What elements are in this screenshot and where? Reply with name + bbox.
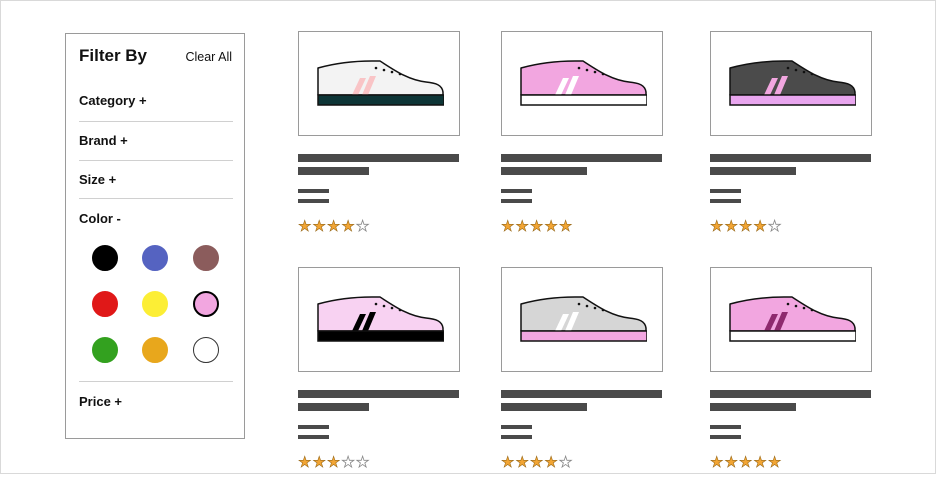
- star-filled-icon: ★: [738, 218, 754, 235]
- product-title-placeholder: [298, 403, 369, 411]
- star-filled-icon: ★: [298, 454, 313, 471]
- product-title-placeholder: [501, 154, 662, 162]
- product-price-placeholder: [501, 425, 532, 429]
- filter-category-toggle[interactable]: Category +: [79, 93, 147, 108]
- filter-title: Filter By: [79, 46, 148, 65]
- star-filled-icon: ★: [515, 454, 530, 471]
- star-rating: ★★★★★: [710, 454, 783, 471]
- divider: [79, 381, 233, 382]
- color-swatch-black[interactable]: [92, 245, 118, 271]
- star-filled-icon: ★: [544, 218, 559, 235]
- star-filled-icon: ★: [753, 454, 768, 471]
- product-title-placeholder: [298, 390, 459, 398]
- product-title-placeholder: [710, 167, 796, 175]
- star-empty-icon: ★: [355, 218, 371, 235]
- product-price-placeholder: [298, 425, 329, 429]
- product-card[interactable]: ★★★★★: [710, 267, 872, 497]
- product-title-placeholder: [298, 167, 369, 175]
- star-filled-icon: ★: [544, 454, 559, 471]
- star-filled-icon: ★: [326, 218, 342, 235]
- product-title-placeholder: [298, 154, 459, 162]
- star-filled-icon: ★: [501, 218, 516, 235]
- star-rating: ★★★★★: [298, 218, 371, 235]
- color-swatch-brown[interactable]: [193, 245, 219, 271]
- star-filled-icon: ★: [501, 454, 516, 471]
- star-rating: ★★★★★: [710, 218, 783, 235]
- color-swatch-yellow[interactable]: [142, 291, 168, 317]
- star-filled-icon: ★: [326, 454, 342, 471]
- color-swatch-pink[interactable]: [193, 291, 219, 317]
- color-swatch-white[interactable]: [193, 337, 219, 363]
- star-empty-icon: ★: [767, 218, 783, 235]
- product-image[interactable]: [710, 267, 872, 372]
- product-title-placeholder: [710, 154, 871, 162]
- star-rating: ★★★★★: [298, 454, 371, 471]
- color-swatch-red[interactable]: [92, 291, 118, 317]
- product-title-placeholder: [501, 390, 662, 398]
- product-price-placeholder: [298, 189, 329, 193]
- star-rating: ★★★★★: [501, 218, 574, 235]
- star-rating: ★★★★★: [501, 454, 574, 471]
- star-filled-icon: ★: [298, 218, 313, 235]
- color-swatch-orange[interactable]: [142, 337, 168, 363]
- star-empty-icon: ★: [558, 454, 574, 471]
- filter-panel: Filter By Clear All Category + Brand + S…: [65, 33, 245, 439]
- filter-color-toggle[interactable]: Color -: [79, 211, 121, 226]
- product-title-placeholder: [710, 390, 871, 398]
- product-image[interactable]: [298, 267, 460, 372]
- star-filled-icon: ★: [710, 218, 725, 235]
- color-swatch-blue[interactable]: [142, 245, 168, 271]
- product-card[interactable]: ★★★★★: [298, 267, 460, 497]
- star-filled-icon: ★: [724, 454, 739, 471]
- star-empty-icon: ★: [341, 454, 356, 471]
- star-empty-icon: ★: [355, 454, 371, 471]
- color-swatch-green[interactable]: [92, 337, 118, 363]
- star-filled-icon: ★: [710, 454, 725, 471]
- divider: [79, 198, 233, 199]
- product-card[interactable]: ★★★★★: [501, 267, 663, 497]
- product-image[interactable]: [501, 267, 663, 372]
- product-card[interactable]: ★★★★★: [710, 31, 872, 261]
- star-filled-icon: ★: [753, 218, 768, 235]
- star-filled-icon: ★: [529, 218, 545, 235]
- star-filled-icon: ★: [341, 218, 356, 235]
- star-filled-icon: ★: [312, 218, 327, 235]
- product-price-placeholder: [710, 435, 741, 439]
- product-price-placeholder: [501, 435, 532, 439]
- product-title-placeholder: [501, 403, 587, 411]
- product-price-placeholder: [298, 435, 329, 439]
- product-image[interactable]: [298, 31, 460, 136]
- product-price-placeholder: [710, 189, 741, 193]
- product-image[interactable]: [501, 31, 663, 136]
- clear-all-button[interactable]: Clear All: [185, 50, 232, 64]
- product-card[interactable]: ★★★★★: [501, 31, 663, 261]
- product-price-placeholder: [710, 425, 741, 429]
- star-filled-icon: ★: [724, 218, 739, 235]
- product-card[interactable]: ★★★★★: [298, 31, 460, 261]
- product-price-placeholder: [298, 199, 329, 203]
- star-filled-icon: ★: [738, 454, 754, 471]
- filter-brand-toggle[interactable]: Brand +: [79, 133, 128, 148]
- star-filled-icon: ★: [312, 454, 327, 471]
- star-filled-icon: ★: [515, 218, 530, 235]
- product-price-placeholder: [501, 199, 532, 203]
- star-filled-icon: ★: [529, 454, 545, 471]
- star-filled-icon: ★: [767, 454, 783, 471]
- product-title-placeholder: [501, 167, 587, 175]
- product-title-placeholder: [710, 403, 796, 411]
- filter-size-toggle[interactable]: Size +: [79, 172, 116, 187]
- product-price-placeholder: [501, 189, 532, 193]
- divider: [79, 160, 233, 161]
- divider: [79, 121, 233, 122]
- star-filled-icon: ★: [558, 218, 574, 235]
- product-price-placeholder: [710, 199, 741, 203]
- product-image[interactable]: [710, 31, 872, 136]
- filter-price-toggle[interactable]: Price +: [79, 394, 122, 409]
